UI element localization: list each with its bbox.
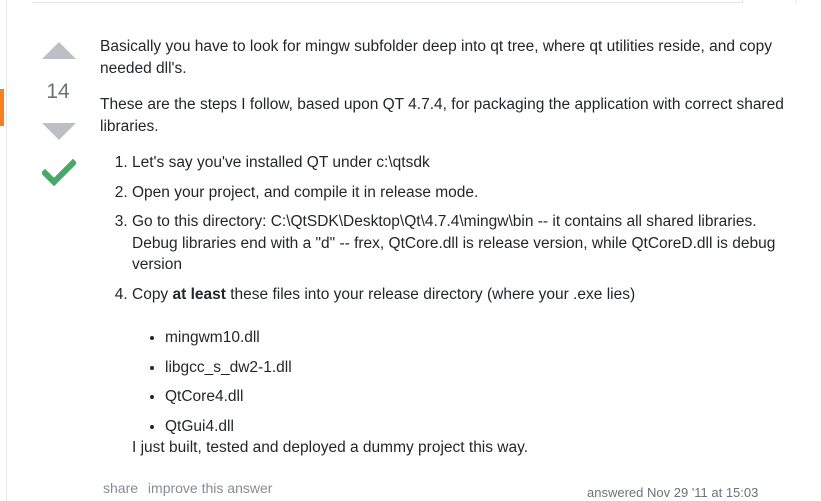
files-list: mingwm10.dll libgcc_s_dw2-1.dll QtCore4.…	[132, 327, 800, 437]
accepted-check-icon	[42, 158, 76, 187]
file-item: libgcc_s_dw2-1.dll	[165, 357, 800, 379]
step-item: Open your project, and compile it in rel…	[132, 182, 800, 204]
step-item: Copy at least these files into your rele…	[132, 284, 800, 459]
step4-suffix: these files into your release directory …	[225, 285, 636, 303]
accent-bar	[0, 89, 4, 126]
closing-note: I just built, tested and deployed a dumm…	[132, 439, 529, 456]
top-divider	[32, 2, 742, 3]
file-item: mingwm10.dll	[165, 327, 800, 349]
vote-down-icon[interactable]	[42, 123, 76, 140]
answer-body: Basically you have to look for mingw sub…	[100, 36, 800, 474]
step-item: Let's say you've installed QT under c:\q…	[132, 152, 800, 174]
paragraph-intro: Basically you have to look for mingw sub…	[100, 38, 773, 77]
file-item: QtCore4.dll	[165, 386, 800, 408]
vote-count: 14	[46, 80, 70, 103]
share-link[interactable]: share	[103, 480, 138, 496]
step4-prefix: Copy	[132, 285, 173, 303]
post-menu: share improve this answer	[103, 480, 278, 496]
vote-up-icon[interactable]	[42, 42, 76, 59]
step-item: Go to this directory: C:\QtSDK\Desktop\Q…	[132, 211, 800, 276]
paragraph-steps-intro: These are the steps I follow, based upon…	[100, 96, 784, 135]
steps-list: Let's say you've installed QT under c:\q…	[100, 152, 800, 459]
top-divider-end	[742, 0, 743, 3]
top-divider-right	[795, 0, 796, 3]
answered-timestamp: answered Nov 29 '11 at 15:03	[587, 485, 759, 500]
step4-emphasis: at least	[172, 285, 226, 303]
improve-answer-link[interactable]: improve this answer	[148, 480, 273, 496]
left-border	[6, 0, 7, 501]
file-item: QtGui4.dll	[165, 416, 800, 438]
